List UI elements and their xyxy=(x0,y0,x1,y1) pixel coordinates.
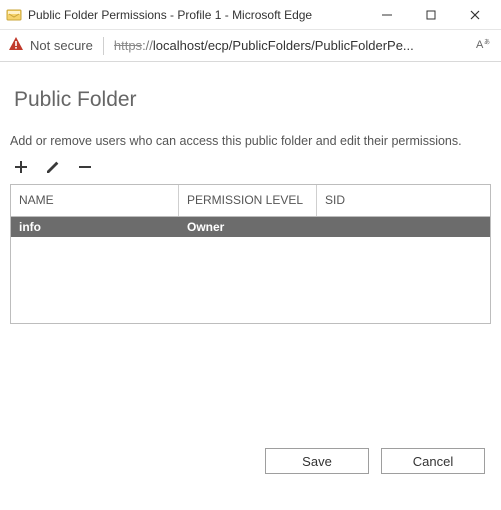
window-controls xyxy=(365,1,497,29)
svg-text:A: A xyxy=(476,39,484,51)
pencil-icon xyxy=(45,159,61,175)
permissions-grid: NAME PERMISSION LEVEL SID info Owner xyxy=(10,184,491,324)
add-button[interactable] xyxy=(12,158,30,176)
cell-permission: Owner xyxy=(179,220,317,234)
window-title: Public Folder Permissions - Profile 1 - … xyxy=(28,8,365,22)
cancel-button[interactable]: Cancel xyxy=(381,448,485,474)
column-header-sid[interactable]: SID xyxy=(317,185,490,216)
url-path: localhost/ecp/PublicFolders/PublicFolder… xyxy=(153,38,414,53)
cell-name: info xyxy=(11,220,179,234)
column-header-permission[interactable]: PERMISSION LEVEL xyxy=(179,185,317,216)
not-secure-label: Not secure xyxy=(30,38,93,53)
url-separator: :// xyxy=(142,38,153,53)
dialog-buttons: Save Cancel xyxy=(265,448,485,474)
minus-icon xyxy=(77,159,93,175)
url-display[interactable]: https://localhost/ecp/PublicFolders/Publ… xyxy=(114,38,465,53)
save-button[interactable]: Save xyxy=(265,448,369,474)
column-header-name[interactable]: NAME xyxy=(11,185,179,216)
plus-icon xyxy=(13,159,29,175)
maximize-button[interactable] xyxy=(409,1,453,29)
url-scheme: https xyxy=(114,38,142,53)
address-bar: Not secure https://localhost/ecp/PublicF… xyxy=(0,30,501,62)
not-secure-icon xyxy=(8,36,24,55)
edit-button[interactable] xyxy=(44,158,62,176)
minimize-button[interactable] xyxy=(365,1,409,29)
window-titlebar: Public Folder Permissions - Profile 1 - … xyxy=(0,0,501,30)
page-title: Public Folder xyxy=(10,80,491,134)
favicon-icon xyxy=(6,7,22,23)
security-indicator[interactable]: Not secure xyxy=(8,36,93,55)
address-divider xyxy=(103,37,104,55)
grid-body: info Owner xyxy=(11,217,490,323)
toolbar xyxy=(10,156,491,184)
read-aloud-icon[interactable]: A あ xyxy=(475,36,493,55)
remove-button[interactable] xyxy=(76,158,94,176)
intro-text: Add or remove users who can access this … xyxy=(10,134,491,156)
page-content: Public Folder Add or remove users who ca… xyxy=(0,62,501,324)
svg-text:あ: あ xyxy=(484,39,490,46)
grid-header: NAME PERMISSION LEVEL SID xyxy=(11,185,490,217)
table-row[interactable]: info Owner xyxy=(11,217,490,237)
close-button[interactable] xyxy=(453,1,497,29)
